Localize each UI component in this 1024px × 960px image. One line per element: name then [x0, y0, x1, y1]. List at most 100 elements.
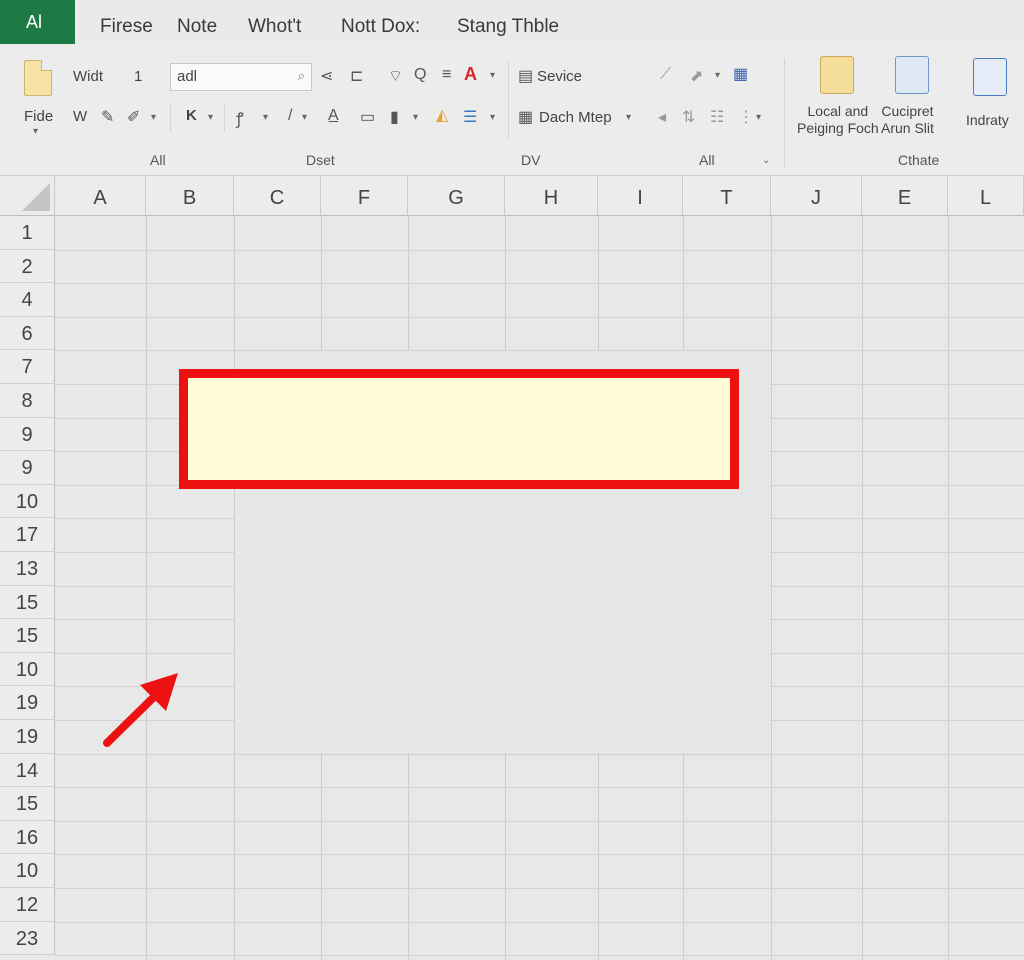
row-header[interactable]: 9: [0, 451, 55, 485]
text-effect-icon[interactable]: A̲: [328, 107, 339, 125]
format-icon[interactable]: ⊏: [350, 66, 363, 86]
filter-icon[interactable]: ⋮: [738, 107, 754, 127]
sort-icon[interactable]: ⇅: [682, 107, 695, 127]
cucipret-label-line2: Arun Slit: [881, 120, 934, 136]
chevron-down-icon[interactable]: ▾: [151, 112, 156, 123]
chevron-down-icon[interactable]: ▾: [490, 70, 495, 81]
group-label-all-2: All: [699, 152, 715, 168]
row-header[interactable]: 17: [0, 518, 55, 552]
chevron-down-icon[interactable]: ▾: [490, 112, 495, 123]
menu-bar: Al Firese Note Whot't Nott Dox: Stang Th…: [0, 0, 1024, 46]
border-icon[interactable]: ▭: [360, 107, 375, 127]
table-icon[interactable]: ▦: [733, 64, 748, 84]
row-header[interactable]: 2: [0, 249, 55, 284]
fill-color-icon[interactable]: ◭: [436, 105, 448, 125]
chevron-down-icon[interactable]: ▾: [33, 126, 38, 137]
row-header[interactable]: 12: [0, 888, 55, 922]
column-header[interactable]: E: [862, 176, 948, 216]
row-header[interactable]: 7: [0, 350, 55, 384]
column-header[interactable]: H: [505, 176, 598, 216]
pen-icon[interactable]: ✎: [101, 107, 114, 127]
pen-document-icon[interactable]: [973, 58, 1007, 96]
column-header[interactable]: T: [683, 176, 771, 216]
local-label-line2: Peiging Foch: [797, 120, 879, 136]
row-header[interactable]: 10: [0, 652, 55, 687]
row-header[interactable]: 10: [0, 854, 55, 888]
paste-label[interactable]: Fide: [24, 108, 53, 125]
tab-firese[interactable]: Firese: [100, 16, 153, 38]
tab-nott-dox[interactable]: Nott Dox:: [341, 16, 420, 38]
local-and-button[interactable]: Local and Peiging Foch: [797, 103, 879, 137]
link-icon[interactable]: ⟋: [660, 66, 671, 84]
local-label-line1: Local and: [807, 103, 869, 119]
row-header[interactable]: 1: [0, 216, 55, 250]
tab-stang-thble[interactable]: Stang Thble: [457, 16, 559, 38]
brush-icon[interactable]: ⬈: [690, 66, 703, 86]
column-header[interactable]: F: [321, 176, 408, 216]
chart-icon[interactable]: [895, 56, 929, 94]
column-header[interactable]: A: [55, 176, 146, 216]
row-header[interactable]: 8: [0, 384, 55, 418]
row-header[interactable]: 19: [0, 720, 55, 754]
find-icon[interactable]: Q: [414, 66, 426, 84]
column-header[interactable]: G: [408, 176, 505, 216]
align-icon[interactable]: ≡: [442, 66, 451, 84]
k-button[interactable]: K: [186, 107, 197, 124]
cucipret-label-line1: Cucipret: [881, 103, 934, 119]
row-header[interactable]: 15: [0, 787, 55, 821]
chevron-down-icon[interactable]: ▾: [756, 112, 761, 123]
width-value[interactable]: 1: [134, 68, 142, 85]
row-header[interactable]: 14: [0, 753, 55, 788]
dach-mtep-button[interactable]: Dach Mtep: [539, 109, 612, 126]
font-name-input[interactable]: adl ⌕: [170, 63, 312, 91]
select-all-corner[interactable]: [0, 176, 55, 216]
document-icon[interactable]: [820, 56, 854, 94]
chevron-down-icon[interactable]: ▾: [208, 112, 213, 123]
row-header[interactable]: 9: [0, 417, 55, 452]
column-header[interactable]: I: [598, 176, 683, 216]
indraty-button[interactable]: Indraty: [966, 112, 1009, 129]
chevron-down-icon[interactable]: ▾: [413, 112, 418, 123]
strike-icon[interactable]: ꝭ: [236, 107, 244, 129]
column-icon[interactable]: ▮: [390, 107, 399, 127]
font-color-icon[interactable]: A: [464, 64, 477, 85]
service-icon: ▤: [518, 68, 534, 85]
spreadsheet-grid[interactable]: A B C F G H I T J E L 1 2 4 6 7 8 9 9 10 17 13 15 15 10 19 19 14 15 1…: [0, 176, 1024, 960]
row-header[interactable]: 15: [0, 619, 55, 653]
italic-icon[interactable]: /: [288, 107, 292, 125]
paste-icon[interactable]: [24, 60, 52, 96]
tab-whot[interactable]: Whot't: [248, 16, 301, 38]
grid-icon: ▦: [518, 109, 534, 126]
row-header[interactable]: 13: [0, 552, 55, 586]
brush-icon[interactable]: ✐: [127, 107, 140, 127]
wifi-icon[interactable]: ⌔: [388, 66, 403, 86]
row-header[interactable]: 4: [0, 283, 55, 317]
search-icon: ⌕: [297, 68, 305, 83]
row-header[interactable]: 15: [0, 585, 55, 620]
chevron-down-icon[interactable]: ▾: [626, 112, 631, 123]
highlight-box: [179, 369, 739, 489]
column-header[interactable]: B: [146, 176, 234, 216]
row-header[interactable]: 10: [0, 484, 55, 519]
list-icon[interactable]: ☷: [710, 107, 724, 127]
app-badge[interactable]: Al: [0, 0, 75, 44]
w-button[interactable]: W: [73, 108, 87, 125]
share-icon[interactable]: ⋖: [320, 66, 333, 86]
ribbon: Fide ▾ Widt 1 adl ⌕ W ✎ ✐ ▾ K ▾ ꝭ ▾ / ▾ …: [0, 46, 1024, 176]
cucipret-button[interactable]: Cucipret Arun Slit: [881, 103, 934, 137]
column-header[interactable]: J: [771, 176, 862, 216]
tab-note[interactable]: Note: [177, 16, 217, 38]
service-button[interactable]: Sevice: [537, 68, 582, 85]
column-header[interactable]: L: [948, 176, 1024, 216]
row-header[interactable]: 23: [0, 921, 55, 956]
indent-icon[interactable]: ☰: [463, 107, 477, 127]
row-header[interactable]: 6: [0, 316, 55, 351]
row-header[interactable]: 16: [0, 820, 55, 855]
chevron-down-icon[interactable]: ⌄: [762, 155, 770, 166]
column-header[interactable]: C: [234, 176, 321, 216]
arrow-left-icon[interactable]: ◂: [658, 107, 666, 127]
chevron-down-icon[interactable]: ▾: [715, 70, 720, 81]
row-header[interactable]: 19: [0, 686, 55, 720]
chevron-down-icon[interactable]: ▾: [263, 112, 268, 123]
chevron-down-icon[interactable]: ▾: [302, 112, 307, 123]
